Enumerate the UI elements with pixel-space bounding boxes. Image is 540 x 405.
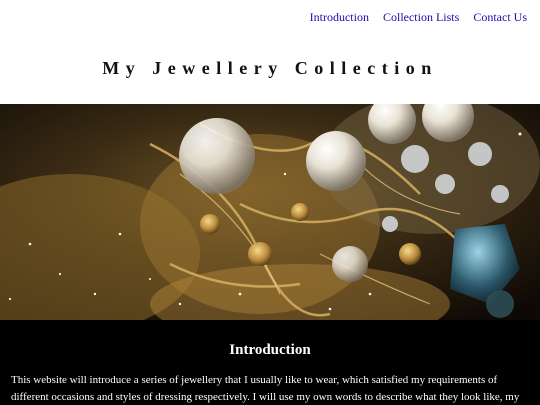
intro-section: Introduction This website will introduce… xyxy=(0,320,540,405)
intro-text: This website will introduce a series of … xyxy=(11,374,520,403)
nav-link-collection-lists[interactable]: Collection Lists xyxy=(383,10,459,25)
nav-link-contact-us[interactable]: Contact Us xyxy=(473,10,527,25)
nav-link-introduction[interactable]: Introduction xyxy=(310,10,369,25)
intro-heading: Introduction xyxy=(229,342,311,358)
top-nav: Introduction Collection Lists Contact Us xyxy=(310,10,527,25)
site-title: My Jewellery Collection xyxy=(102,58,438,78)
jewellery-photo xyxy=(0,104,540,320)
hero-image xyxy=(0,104,540,320)
